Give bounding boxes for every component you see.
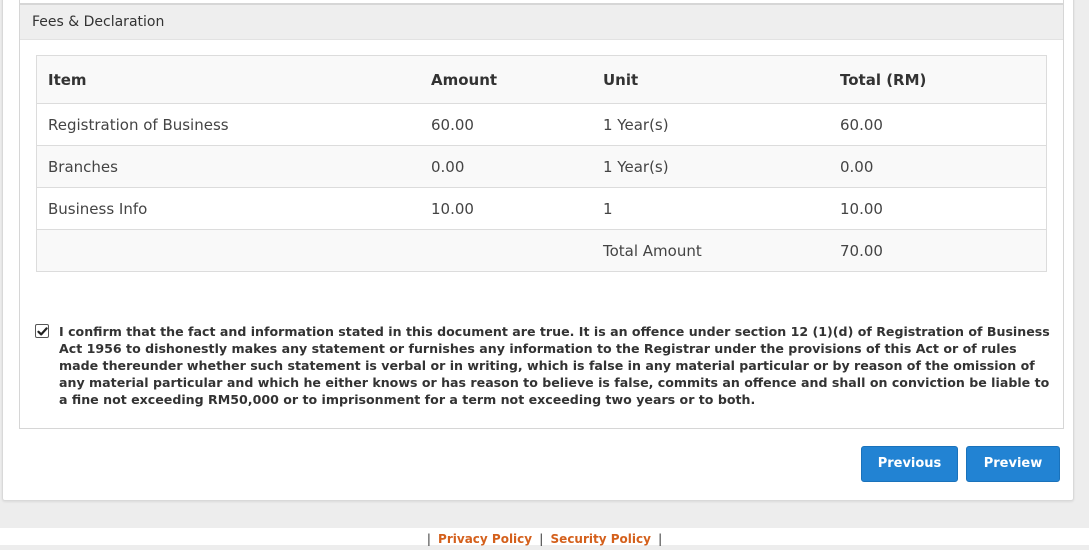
- cell-total: 10.00: [829, 187, 1047, 230]
- total-amount-value: 70.00: [829, 229, 1047, 272]
- table-row: Branches 0.00 1 Year(s) 0.00: [36, 145, 1047, 188]
- cell-total: 0.00: [829, 145, 1047, 188]
- column-header-amount: Amount: [420, 55, 592, 104]
- panel-title: Fees & Declaration: [20, 5, 1063, 40]
- form-card: Fees & Declaration Item Amount Unit Tota…: [2, 0, 1074, 501]
- footer-separator: |: [539, 532, 544, 546]
- fees-declaration-panel: Fees & Declaration Item Amount Unit Tota…: [19, 4, 1064, 429]
- declaration-checkbox[interactable]: [35, 324, 49, 338]
- previous-button[interactable]: Previous: [861, 446, 958, 482]
- cell-unit: 1: [592, 187, 829, 230]
- total-row: Total Amount 70.00: [36, 229, 1047, 272]
- table-row: Business Info 10.00 1 10.00: [36, 187, 1047, 230]
- cell-amount: 10.00: [420, 187, 592, 230]
- cell-unit: 1 Year(s): [592, 103, 829, 146]
- declaration-text: I confirm that the fact and information …: [59, 324, 1050, 407]
- cell-unit: 1 Year(s): [592, 145, 829, 188]
- footer-separator: |: [426, 532, 431, 546]
- footer: | Privacy Policy | Security Policy |: [0, 528, 1089, 546]
- column-header-unit: Unit: [592, 55, 829, 104]
- table-header-row: Item Amount Unit Total (RM): [36, 55, 1047, 104]
- cell-item: Branches: [36, 145, 420, 188]
- cell-item: Registration of Business: [36, 103, 420, 146]
- fees-table: Item Amount Unit Total (RM) Registration…: [36, 55, 1047, 272]
- cell-empty: [420, 229, 592, 272]
- column-header-item: Item: [36, 55, 420, 104]
- column-header-total: Total (RM): [829, 55, 1047, 104]
- footer-separator: |: [658, 532, 663, 546]
- security-policy-link[interactable]: Security Policy: [551, 532, 651, 546]
- cell-total: 60.00: [829, 103, 1047, 146]
- cell-amount: 0.00: [420, 145, 592, 188]
- declaration: I confirm that the fact and information …: [35, 323, 1051, 408]
- table-row: Registration of Business 60.00 1 Year(s)…: [36, 103, 1047, 146]
- cell-amount: 60.00: [420, 103, 592, 146]
- cell-item: Business Info: [36, 187, 420, 230]
- cell-empty: [36, 229, 420, 272]
- total-amount-label: Total Amount: [592, 229, 829, 272]
- privacy-policy-link[interactable]: Privacy Policy: [438, 532, 532, 546]
- checkmark-icon: [37, 327, 48, 336]
- preview-button[interactable]: Preview: [966, 446, 1060, 482]
